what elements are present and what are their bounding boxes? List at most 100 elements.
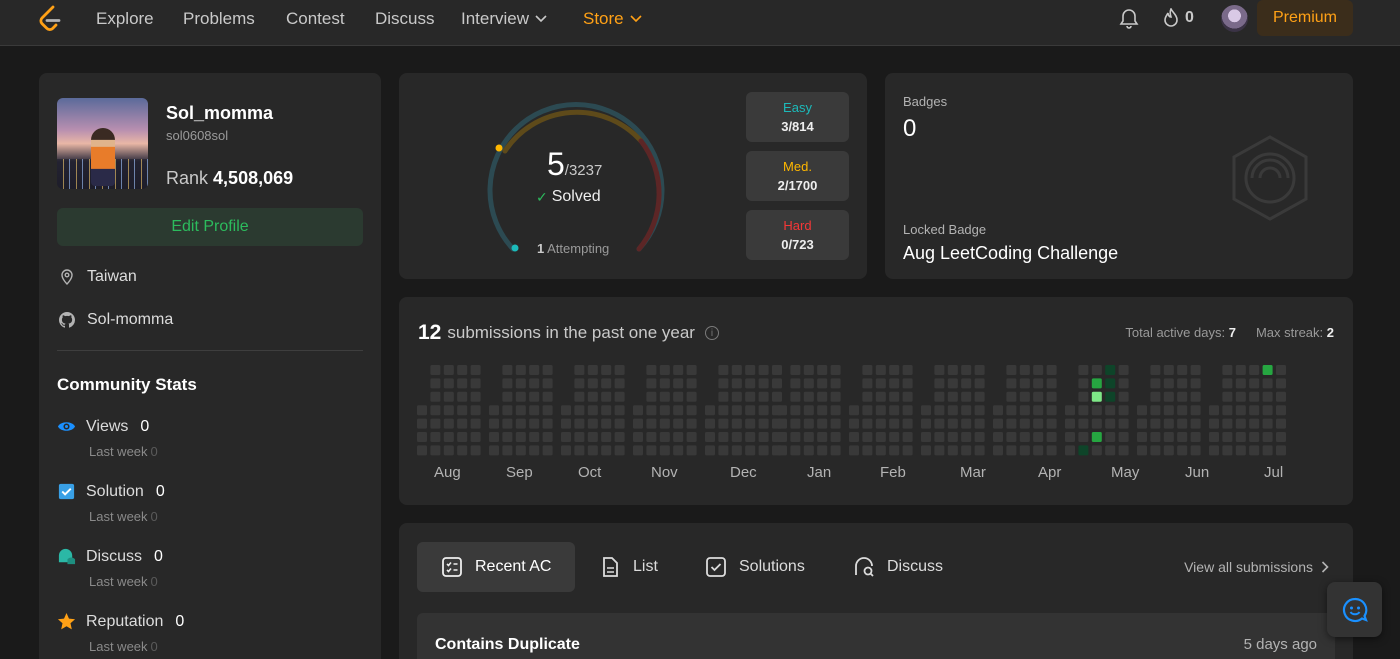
heatmap-day-cell[interactable]: [1222, 418, 1233, 429]
heatmap-day-cell[interactable]: [705, 405, 715, 416]
heatmap-day-cell[interactable]: [947, 432, 958, 442]
heatmap-day-cell[interactable]: [601, 445, 612, 456]
heatmap-day-cell[interactable]: [875, 432, 886, 442]
heatmap-day-cell[interactable]: [502, 445, 513, 456]
heatmap-day-cell[interactable]: [974, 445, 985, 456]
heatmap-day-cell[interactable]: [587, 378, 598, 389]
heatmap-day-cell[interactable]: [772, 365, 782, 375]
heatmap-day-cell[interactable]: [830, 391, 841, 402]
heatmap-day-cell[interactable]: [1190, 365, 1201, 375]
heatmap-day-cell[interactable]: [1177, 365, 1188, 375]
heatmap-day-cell[interactable]: [1105, 405, 1116, 416]
heatmap-day-cell[interactable]: [875, 365, 886, 375]
heatmap-day-cell[interactable]: [1091, 418, 1102, 429]
heatmap-day-cell[interactable]: [646, 418, 657, 429]
heatmap-day-cell[interactable]: [817, 445, 828, 456]
heatmap-day-cell[interactable]: [1190, 445, 1201, 456]
heatmap-day-cell[interactable]: [1235, 391, 1246, 402]
heatmap-day-cell[interactable]: [1262, 365, 1273, 375]
heatmap-day-cell[interactable]: [875, 378, 886, 389]
heatmap-day-cell[interactable]: [961, 418, 972, 429]
heatmap-day-cell[interactable]: [673, 432, 684, 442]
heatmap-day-cell[interactable]: [1222, 432, 1233, 442]
heatmap-day-cell[interactable]: [902, 445, 913, 456]
heatmap-day-cell[interactable]: [1019, 391, 1030, 402]
heatmap-day-cell[interactable]: [830, 365, 841, 375]
heatmap-day-cell[interactable]: [489, 445, 499, 456]
heatmap-day-cell[interactable]: [790, 365, 801, 375]
heatmap-day-cell[interactable]: [1150, 378, 1161, 389]
heatmap-day-cell[interactable]: [849, 405, 859, 416]
heatmap-day-cell[interactable]: [731, 418, 742, 429]
heatmap-day-cell[interactable]: [1222, 405, 1233, 416]
heatmap-day-cell[interactable]: [686, 432, 697, 442]
heatmap-day-cell[interactable]: [947, 445, 958, 456]
heatmap-day-cell[interactable]: [646, 445, 657, 456]
heatmap-day-cell[interactable]: [961, 391, 972, 402]
heatmap-day-cell[interactable]: [1006, 391, 1017, 402]
heatmap-day-cell[interactable]: [489, 405, 499, 416]
heatmap-day-cell[interactable]: [830, 418, 841, 429]
heatmap-day-cell[interactable]: [417, 418, 427, 429]
heatmap-day-cell[interactable]: [1078, 378, 1089, 389]
heatmap-day-cell[interactable]: [921, 405, 931, 416]
heatmap-day-cell[interactable]: [1163, 418, 1174, 429]
heatmap-day-cell[interactable]: [934, 391, 945, 402]
heatmap-day-cell[interactable]: [1249, 378, 1260, 389]
heatmap-day-cell[interactable]: [758, 445, 769, 456]
heatmap-day-cell[interactable]: [1078, 365, 1089, 375]
heatmap-day-cell[interactable]: [1249, 365, 1260, 375]
heatmap-day-cell[interactable]: [1019, 378, 1030, 389]
feedback-chat-button[interactable]: [1327, 582, 1382, 637]
heatmap-day-cell[interactable]: [790, 378, 801, 389]
heatmap-day-cell[interactable]: [673, 365, 684, 375]
heatmap-day-cell[interactable]: [1118, 365, 1129, 375]
tab-list[interactable]: List: [575, 542, 682, 592]
heatmap-day-cell[interactable]: [862, 418, 873, 429]
heatmap-day-cell[interactable]: [529, 378, 540, 389]
heatmap-day-cell[interactable]: [614, 391, 625, 402]
heatmap-day-cell[interactable]: [1019, 365, 1030, 375]
nav-discuss[interactable]: Discuss: [375, 9, 435, 29]
heatmap-day-cell[interactable]: [686, 418, 697, 429]
heatmap-day-cell[interactable]: [758, 365, 769, 375]
heatmap-day-cell[interactable]: [902, 432, 913, 442]
heatmap-day-cell[interactable]: [574, 418, 585, 429]
heatmap-day-cell[interactable]: [961, 378, 972, 389]
heatmap-day-cell[interactable]: [1177, 405, 1188, 416]
heatmap-day-cell[interactable]: [529, 432, 540, 442]
heatmap-day-cell[interactable]: [745, 405, 756, 416]
heatmap-day-cell[interactable]: [1150, 391, 1161, 402]
heatmap-day-cell[interactable]: [1105, 445, 1116, 456]
heatmap-day-cell[interactable]: [561, 445, 571, 456]
heatmap-day-cell[interactable]: [515, 378, 526, 389]
heatmap-day-cell[interactable]: [673, 378, 684, 389]
heatmap-day-cell[interactable]: [1150, 418, 1161, 429]
heatmap-day-cell[interactable]: [1065, 432, 1075, 442]
heatmap-day-cell[interactable]: [803, 405, 814, 416]
leetcode-logo-icon[interactable]: [37, 5, 63, 33]
heatmap-day-cell[interactable]: [974, 418, 985, 429]
heatmap-day-cell[interactable]: [1091, 391, 1102, 402]
nav-store[interactable]: Store: [583, 9, 642, 29]
heatmap-day-cell[interactable]: [1249, 418, 1260, 429]
heatmap-day-cell[interactable]: [718, 432, 729, 442]
heatmap-day-cell[interactable]: [470, 432, 481, 442]
heatmap-day-cell[interactable]: [542, 445, 553, 456]
heatmap-day-cell[interactable]: [1163, 432, 1174, 442]
heatmap-day-cell[interactable]: [1033, 405, 1044, 416]
heatmap-day-cell[interactable]: [673, 418, 684, 429]
heatmap-day-cell[interactable]: [686, 378, 697, 389]
heatmap-day-cell[interactable]: [601, 365, 612, 375]
heatmap-day-cell[interactable]: [902, 378, 913, 389]
heatmap-day-cell[interactable]: [542, 365, 553, 375]
heatmap-day-cell[interactable]: [731, 391, 742, 402]
heatmap-day-cell[interactable]: [502, 405, 513, 416]
heatmap-day-cell[interactable]: [862, 391, 873, 402]
heatmap-day-cell[interactable]: [587, 445, 598, 456]
heatmap-day-cell[interactable]: [803, 391, 814, 402]
heatmap-day-cell[interactable]: [1235, 432, 1246, 442]
heatmap-day-cell[interactable]: [457, 365, 468, 375]
heatmap-day-cell[interactable]: [1118, 418, 1129, 429]
heatmap-day-cell[interactable]: [934, 378, 945, 389]
